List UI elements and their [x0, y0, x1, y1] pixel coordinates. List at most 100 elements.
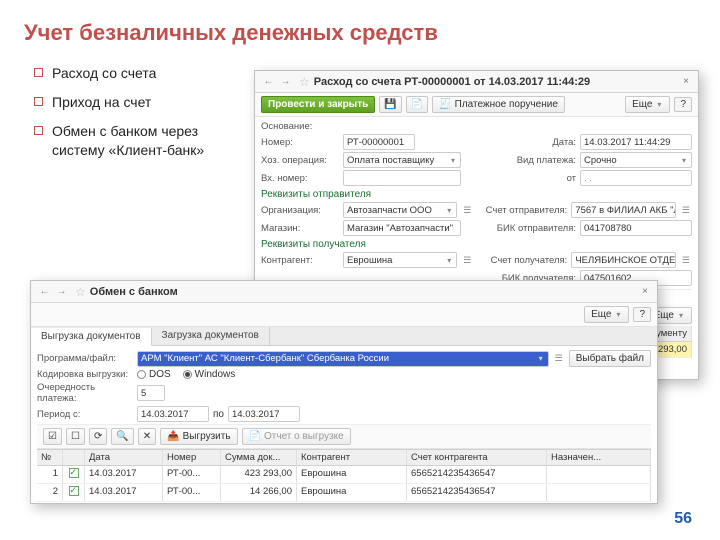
cell-check[interactable] [63, 484, 85, 501]
date-from-field[interactable]: 14.03.2017 [137, 406, 209, 422]
number-field[interactable]: РТ-00000001 [343, 134, 415, 150]
export-button[interactable]: 📤Выгрузить [160, 428, 237, 445]
program-field[interactable]: АРМ "Клиент" АС "Клиент-Сбербанк" Сберба… [137, 351, 549, 367]
edit-icon[interactable]: ☰ [553, 353, 565, 364]
save-button[interactable]: 💾 [379, 96, 401, 113]
more-button[interactable]: Еще▾ [625, 96, 670, 113]
cell-n: 1 [37, 466, 63, 483]
table-row[interactable]: 1 14.03.2017 РТ-00... 423 293,00 Еврошин… [37, 466, 651, 484]
col-sum[interactable]: Сумма док... [221, 450, 297, 465]
col-num[interactable]: Номер [163, 450, 221, 465]
cell-sum: 14 266,00 [221, 484, 297, 501]
table-row[interactable]: 2 14.03.2017 РТ-00... 14 266,00 Еврошина… [37, 484, 651, 502]
recv-acc-field[interactable]: ЧЕЛЯБИНСКОЕ ОТДЕЛЕНИЕ▾ [571, 252, 676, 268]
cell-purpose [547, 484, 651, 501]
org-label: Организация: [261, 205, 339, 216]
post-and-close-button[interactable]: Провести и закрыть [261, 96, 375, 113]
in-from-value: . . [584, 173, 592, 184]
favorite-icon[interactable]: ☆ [299, 75, 310, 89]
cell-check[interactable] [63, 466, 85, 483]
toolbar: Провести и закрыть 💾 📄 🧾Платежное поруче… [255, 93, 698, 117]
chevron-down-icon[interactable]: ▾ [449, 156, 457, 165]
refresh-button[interactable]: ⟳ [89, 428, 107, 445]
col-check[interactable] [63, 450, 85, 465]
help-button[interactable]: ? [674, 97, 692, 112]
edit-icon[interactable]: ☰ [461, 255, 473, 266]
store-field[interactable]: Магазин "Автозапчасти" [343, 220, 461, 236]
paytype-field[interactable]: Срочно▾ [580, 152, 692, 168]
date-label: Дата: [486, 137, 576, 148]
date-field[interactable]: 14.03.2017 11:44:29 [580, 134, 692, 150]
edit-icon[interactable]: ☰ [680, 205, 692, 216]
chevron-down-icon[interactable]: ▾ [537, 354, 545, 363]
cell-purpose [547, 466, 651, 483]
in-from-label: от [486, 173, 576, 184]
checkbox-icon[interactable] [69, 486, 79, 496]
in-number-field[interactable] [343, 170, 461, 186]
toolbar: Еще▾ ? [31, 303, 657, 327]
bullet-item: Обмен с банком через систему «Клиент-бан… [34, 122, 244, 160]
favorite-icon[interactable]: ☆ [75, 285, 86, 299]
chevron-down-icon[interactable]: ▾ [445, 256, 453, 265]
checkbox-icon[interactable] [69, 468, 79, 478]
report-button[interactable]: 📄Отчет о выгрузке [242, 428, 351, 445]
col-account[interactable]: Счет контрагента [407, 450, 547, 465]
bullet-marker [34, 126, 43, 135]
radio-windows-label: Windows [195, 369, 236, 380]
edit-icon[interactable]: ☰ [461, 205, 473, 216]
contragent-value: Еврошина [347, 255, 392, 266]
org-value: Автозапчасти ООО [347, 205, 432, 216]
clear-find-button[interactable]: ✕ [138, 428, 156, 445]
titlebar: ← → ☆ Обмен с банком × [31, 281, 657, 303]
radio-dos[interactable]: DOS [137, 369, 171, 380]
col-date[interactable]: Дата [85, 450, 163, 465]
check-all-button[interactable]: ☑ [43, 428, 62, 445]
post-button[interactable]: 📄 [406, 96, 428, 113]
more-label: Еще [591, 309, 611, 320]
close-icon[interactable]: × [680, 76, 692, 87]
radio-windows[interactable]: Windows [183, 369, 236, 380]
forward-icon[interactable]: → [278, 74, 293, 89]
encoding-label: Кодировка выгрузки: [37, 369, 133, 380]
tab-download[interactable]: Загрузка документов [152, 327, 270, 345]
section-recipient: Реквизиты получателя [261, 239, 692, 250]
in-from-field[interactable]: . . [580, 170, 692, 186]
back-icon[interactable]: ← [37, 284, 52, 299]
tab-upload[interactable]: Выгрузка документов [31, 328, 152, 346]
contragent-field[interactable]: Еврошина ▾ [343, 252, 457, 268]
cell-n: 2 [37, 484, 63, 501]
payment-order-button[interactable]: 🧾Платежное поручение [432, 96, 565, 113]
more-button[interactable]: Еще▾ [584, 306, 629, 323]
bik-send-field[interactable]: 041708780 [580, 220, 692, 236]
documents-grid: № Дата Номер Сумма док... Контрагент Сче… [37, 449, 651, 502]
forward-icon[interactable]: → [54, 284, 69, 299]
cell-num: РТ-00... [163, 466, 221, 483]
chevron-down-icon[interactable]: ▾ [680, 156, 688, 165]
choose-file-button[interactable]: Выбрать файл [569, 350, 651, 367]
edit-icon[interactable]: ☰ [680, 255, 692, 266]
back-icon[interactable]: ← [261, 74, 276, 89]
chevron-down-icon[interactable]: ▾ [445, 206, 453, 215]
send-acc-field[interactable]: 7567 в ФИЛИАЛ АКБ "ЛЕГИ"▾ [571, 202, 676, 218]
find-button[interactable]: 🔍 [111, 428, 133, 445]
program-value: АРМ "Клиент" АС "Клиент-Сбербанк" Сберба… [141, 353, 389, 364]
operation-field[interactable]: Оплата поставщику▾ [343, 152, 461, 168]
payment-order-label: Платежное поручение [455, 99, 558, 110]
bik-send-label: БИК отправителя: [486, 223, 576, 234]
org-field[interactable]: Автозапчасти ООО ▾ [343, 202, 457, 218]
order-field[interactable]: 5 [137, 385, 165, 401]
more-label: Еще [632, 99, 652, 110]
col-purpose[interactable]: Назначен... [547, 450, 651, 465]
date-to-field[interactable]: 14.03.2017 [228, 406, 300, 422]
close-icon[interactable]: × [639, 286, 651, 297]
grid-header: № Дата Номер Сумма док... Контрагент Сче… [37, 450, 651, 466]
send-acc-value: 7567 в ФИЛИАЛ АКБ "ЛЕГИ" [575, 205, 676, 216]
tabs: Выгрузка документов Загрузка документов [31, 327, 657, 346]
uncheck-all-button[interactable]: ☐ [66, 428, 85, 445]
bullet-marker [34, 68, 43, 77]
col-n[interactable]: № [37, 450, 63, 465]
help-button[interactable]: ? [633, 307, 651, 322]
store-label: Магазин: [261, 223, 339, 234]
col-contragent[interactable]: Контрагент [297, 450, 407, 465]
period-to-label: по [213, 409, 224, 420]
